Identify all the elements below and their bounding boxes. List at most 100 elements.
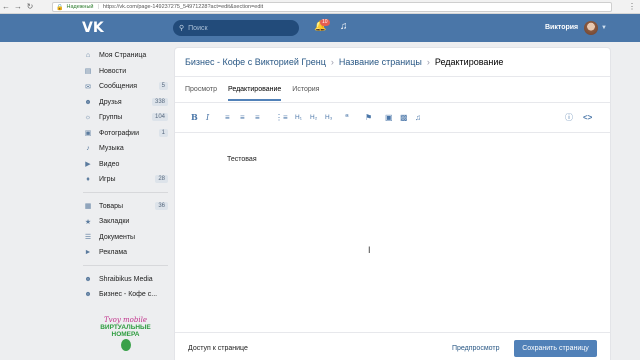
sidebar-item-label: Shraibikus Media [99,275,153,283]
audio-icon[interactable]: ♫ [415,111,421,123]
bulleted-list-icon[interactable]: ⋮≡ [275,111,288,123]
music-player-icon[interactable]: ♫ [340,21,348,32]
tab-history[interactable]: История [292,86,319,101]
ad-drop-icon [120,339,131,351]
user-name[interactable]: Виктория [545,24,578,31]
editor-content[interactable]: Тестовая [227,156,257,163]
chevron-right-icon: › [330,57,334,67]
sidebar-item-goods[interactable]: ▦ Товары 36 [83,199,168,215]
info-icon[interactable]: ⓘ [565,111,573,123]
search-placeholder: Поиск [188,24,208,32]
sidebar-item-business-coffee[interactable]: ☻ Бизнес - Кофе с... [83,287,168,303]
notifications-badge: 10 [320,19,330,26]
messages-icon: ✉ [85,83,91,91]
video-icon[interactable]: ▩ [400,111,408,123]
tab-edit[interactable]: Редактирование [227,86,282,101]
groups-icon: ☼ [84,114,92,122]
forward-icon[interactable]: → [12,1,24,13]
sidebar-item-video[interactable]: ▶ Видео [83,157,168,173]
bold-icon[interactable]: B [191,111,198,123]
code-icon[interactable]: <> [583,111,592,123]
games-icon: ♦ [86,176,90,184]
ad-text-line2: НОМЕРА [111,331,140,338]
heading1-icon[interactable]: H₁ [295,111,302,123]
ad-logo: Tvoy mobile [104,316,147,324]
heading2-icon[interactable]: H₂ [310,111,317,123]
count-badge: 338 [151,97,168,106]
preview-link[interactable]: Предпросмотр [452,345,499,352]
sidebar-item-my-page[interactable]: ⌂ Моя Страница [83,48,168,64]
music-icon: ♪ [86,145,90,153]
news-icon: ▤ [84,68,92,76]
url-text: https://vk.com/page-149237275_54971228?a… [102,4,264,10]
breadcrumb-community[interactable]: Бизнес - Кофе с Викторией Гренц [185,57,326,67]
count-badge: 5 [158,82,168,90]
camera-icon[interactable]: ▣ [385,111,393,123]
chevron-right-icon: › [426,57,430,67]
reload-icon[interactable]: ↻ [24,1,36,13]
address-bar[interactable]: 🔒 Надежный | https://vk.com/page-1492372… [52,2,612,12]
link-icon[interactable]: ⚑ [365,111,372,123]
browser-menu-icon[interactable]: ⋮ [628,2,636,11]
quote-icon[interactable]: “ [345,111,349,123]
sidebar-item-documents[interactable]: ☰ Документы [83,230,168,246]
community-icon: ☻ [84,275,92,283]
sidebar-item-music[interactable]: ♪ Музыка [83,141,168,157]
sidebar-item-label: Друзья [99,98,122,106]
sidebar-divider [83,191,168,193]
breadcrumb-page[interactable]: Название страницы [339,57,422,67]
sidebar-item-label: Реклама [99,249,128,257]
sidebar-item-news[interactable]: ▤ Новости [83,64,168,80]
align-right-icon[interactable]: ≡ [255,111,260,123]
sidebar-item-friends[interactable]: ☻ Друзья 338 [83,95,168,111]
sidebar-item-ads[interactable]: ► Реклама [83,245,168,261]
tab-bar: Просмотр Редактирование История [185,86,330,101]
documents-icon: ☰ [84,234,92,242]
community-icon: ☻ [84,291,92,299]
sidebar-item-label: Товары [99,202,124,210]
heading3-icon[interactable]: H₃ [325,111,332,123]
divider [175,132,610,133]
chevron-down-icon[interactable]: ▼ [601,25,607,31]
search-input[interactable]: ⚲ Поиск [173,20,299,36]
sidebar-divider [83,264,168,266]
sidebar-item-label: Группы [99,114,123,122]
sidebar-item-label: Видео [99,160,120,168]
sidebar-item-games[interactable]: ♦ Игры 28 [83,172,168,188]
align-left-icon[interactable]: ≡ [225,111,230,123]
secure-label: Надежный [66,4,94,10]
sidebar-item-messages[interactable]: ✉ Сообщения 5 [83,79,168,95]
avatar[interactable] [584,21,598,35]
sidebar-item-photos[interactable]: ▣ Фотографии 1 [83,126,168,142]
sidebar-item-label: Бизнес - Кофе с... [99,291,158,299]
sidebar-ad[interactable]: Tvoy mobile ВИРТУАЛЬНЫЕ НОМЕРА [83,316,168,360]
back-icon[interactable]: ← [0,1,12,13]
text-cursor-icon: I [368,245,371,255]
sidebar-item-label: Музыка [99,145,124,153]
sidebar-item-label: Моя Страница [99,52,147,60]
photos-icon: ▣ [84,130,92,138]
bookmarks-icon: ★ [84,218,92,226]
breadcrumb: Бизнес - Кофе с Викторией Гренц › Назван… [185,57,503,67]
home-icon: ⌂ [85,52,91,60]
search-icon: ⚲ [179,25,185,32]
sidebar-item-label: Игры [99,176,116,184]
editor-toolbar: B I ≡ ≡ ≡ ⋮≡ H₁ H₂ H₃ “ ⚑ ▣ ▩ ♫ ⓘ <> [175,108,610,128]
ad-text-line1: ВИРТУАЛЬНЫЕ [100,324,151,331]
left-sidebar: ⌂ Моя Страница ▤ Новости ✉ Сообщения 5 ☻… [83,48,168,303]
align-center-icon[interactable]: ≡ [240,111,245,123]
divider [175,76,610,77]
tab-view[interactable]: Просмотр [185,86,217,101]
count-badge: 36 [155,201,168,210]
sidebar-item-groups[interactable]: ☼ Группы 104 [83,110,168,126]
url-divider: | [97,4,99,10]
sidebar-item-shraibikus[interactable]: ☻ Shraibikus Media [83,272,168,288]
sidebar-item-bookmarks[interactable]: ★ Закладки [83,214,168,230]
sidebar-item-label: Фотографии [99,129,140,137]
italic-icon[interactable]: I [206,111,209,123]
browser-toolbar: ← → ↻ 🔒 Надежный | https://vk.com/page-1… [0,0,640,14]
vk-logo-icon[interactable]: VK [82,20,104,36]
page-access-link[interactable]: Доступ к странице [188,345,248,352]
save-page-button[interactable]: Сохранить страницу [514,340,597,357]
sidebar-item-label: Новости [99,67,127,75]
